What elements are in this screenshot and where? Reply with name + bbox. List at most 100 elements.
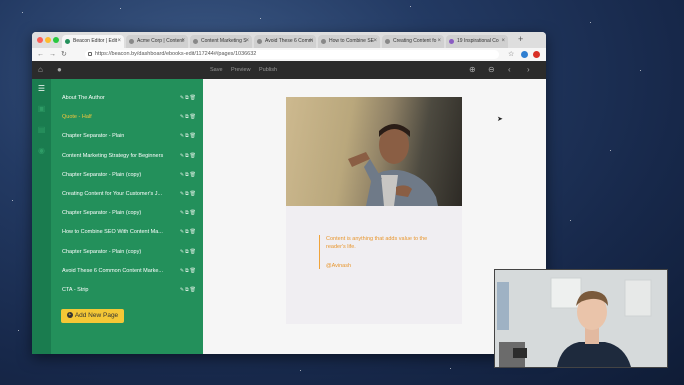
page-item-actions[interactable]: ✎⧉🗑: [180, 93, 197, 103]
page-item-actions[interactable]: ✎⧉🗑: [180, 170, 197, 180]
lock-icon: [88, 52, 92, 56]
page-list-item-label: Chapter Separator - Plain (copy): [62, 249, 142, 255]
page-item-actions[interactable]: ✎⧉🗑: [180, 189, 197, 199]
page-favicon-icon: [449, 39, 454, 44]
maximize-window-button[interactable]: [53, 37, 59, 43]
page-item-actions[interactable]: ✎⧉🗑: [180, 227, 197, 237]
publish-button[interactable]: Publish: [259, 61, 277, 79]
forward-arrow-icon[interactable]: →: [49, 48, 56, 61]
star: [570, 220, 571, 221]
page-list-item-active[interactable]: Quote - Half ✎⧉🗑: [62, 112, 201, 122]
page-item-actions[interactable]: ✎⧉🗑: [180, 151, 197, 161]
page-list-item-label: How to Combine SEO With Content Ma...: [62, 229, 163, 235]
save-button[interactable]: Save: [210, 61, 223, 79]
page-list-item[interactable]: Creating Content for Your Customer's J..…: [62, 189, 201, 199]
page-list-item[interactable]: Chapter Separator - Plain (copy) ✎⧉🗑: [62, 247, 201, 257]
page-list-item-label: Chapter Separator - Plain (copy): [62, 210, 142, 216]
page-item-actions[interactable]: ✎⧉🗑: [180, 112, 197, 122]
pull-quote[interactable]: Content is anything that adds value to t…: [319, 235, 446, 269]
extension-icon[interactable]: [521, 51, 528, 58]
page-list-item-label: Content Marketing Strategy for Beginners: [62, 153, 164, 159]
star: [640, 70, 641, 71]
beacon-favicon-icon: [65, 39, 70, 44]
page-list-item[interactable]: Avoid These 6 Common Content Marke... ✎⧉…: [62, 266, 201, 276]
quote-text[interactable]: Content is anything that adds value to t…: [326, 235, 446, 251]
page-item-actions[interactable]: ✎⧉🗑: [180, 266, 197, 276]
tab-creating-content[interactable]: Creating Content fo ×: [382, 35, 444, 48]
close-tab-icon[interactable]: ×: [437, 35, 441, 48]
url-text: https://beacon.by/dashboard/ebooks-edit/…: [95, 51, 257, 57]
document-icon[interactable]: ▤: [37, 125, 46, 134]
page-list-item[interactable]: Chapter Separator - Plain (copy) ✎⧉🗑: [62, 170, 201, 180]
page-item-actions[interactable]: ✎⧉🗑: [180, 208, 197, 218]
tab-label: Acme Corp | Content: [137, 38, 184, 44]
next-page-icon[interactable]: ›: [527, 61, 530, 79]
star: [610, 150, 611, 151]
close-tab-icon[interactable]: ×: [245, 35, 249, 48]
tool-rail: ☰ ▣ ▤ ◉: [32, 79, 51, 354]
layout-icon[interactable]: ▣: [37, 104, 46, 113]
close-tab-icon[interactable]: ×: [501, 35, 505, 48]
tab-bar: Beacon Editor | Edit × Acme Corp | Conte…: [32, 32, 546, 48]
close-tab-icon[interactable]: ×: [181, 35, 185, 48]
page-favicon-icon: [193, 39, 198, 44]
page-favicon-icon: [129, 39, 134, 44]
comments-icon[interactable]: ◉: [37, 146, 46, 155]
mouse-cursor-icon: ➤: [497, 116, 503, 123]
page-item-actions[interactable]: ✎⧉🗑: [180, 285, 197, 295]
tab-beacon-editor[interactable]: Beacon Editor | Edit ×: [62, 35, 124, 48]
tab-content-marketing[interactable]: Content Marketing S ×: [190, 35, 252, 48]
star: [260, 18, 261, 19]
tab-inspirational[interactable]: 19 Inspirational Co ×: [446, 35, 508, 48]
presenter-video-illustration: [495, 270, 667, 367]
app-header: ⌂ ● Save Preview Publish ⊕ ⊖ ‹ ›: [32, 61, 546, 79]
browser-window: Beacon Editor | Edit × Acme Corp | Conte…: [32, 32, 546, 354]
preview-button[interactable]: Preview: [231, 61, 251, 79]
page-list-item[interactable]: CTA - Strip ✎⧉🗑: [62, 285, 201, 295]
ebook-page[interactable]: Content is anything that adds value to t…: [286, 97, 462, 324]
speaker-photo-illustration: [348, 124, 438, 206]
speaker-photo[interactable]: [286, 97, 462, 206]
previous-page-icon[interactable]: ‹: [508, 61, 511, 79]
page-list-item[interactable]: How to Combine SEO With Content Ma... ✎⧉…: [62, 227, 201, 237]
url-field[interactable]: https://beacon.by/dashboard/ebooks-edit/…: [85, 50, 499, 59]
page-item-actions[interactable]: ✎⧉🗑: [180, 131, 197, 141]
pages-list-icon[interactable]: ☰: [37, 84, 46, 93]
zoom-out-icon[interactable]: ⊖: [488, 61, 495, 79]
back-arrow-icon[interactable]: ←: [37, 48, 44, 61]
page-list-item[interactable]: Chapter Separator - Plain (copy) ✎⧉🗑: [62, 208, 201, 218]
user-account-icon[interactable]: ●: [57, 61, 62, 79]
quote-author[interactable]: @Avinash: [326, 263, 446, 269]
page-list-item-label: Creating Content for Your Customer's J..…: [62, 191, 163, 197]
tab-label: Content Marketing S: [201, 38, 247, 44]
address-bar: ← → ↻ https://beacon.by/dashboard/ebooks…: [32, 48, 546, 62]
close-window-button[interactable]: [37, 37, 43, 43]
star: [590, 22, 591, 23]
page-list-item[interactable]: Chapter Separator - Plain ✎⧉🗑: [62, 131, 201, 141]
minimize-window-button[interactable]: [45, 37, 51, 43]
close-tab-icon[interactable]: ×: [309, 35, 313, 48]
page-list-item-label: Chapter Separator - Plain: [62, 133, 125, 139]
close-tab-icon[interactable]: ×: [117, 35, 121, 48]
close-tab-icon[interactable]: ×: [373, 35, 377, 48]
bookmark-star-icon[interactable]: ☆: [508, 48, 514, 61]
page-item-actions[interactable]: ✎⧉🗑: [180, 247, 197, 257]
zoom-in-icon[interactable]: ⊕: [469, 61, 476, 79]
page-favicon-icon: [385, 39, 390, 44]
page-list-item-label: Quote - Half: [62, 114, 92, 120]
tab-label: 19 Inspirational Co: [457, 38, 499, 44]
tab-acme-corp[interactable]: Acme Corp | Content ×: [126, 35, 188, 48]
tab-avoid-these[interactable]: Avoid These 6 Comm ×: [254, 35, 316, 48]
star: [300, 370, 301, 371]
reload-icon[interactable]: ↻: [61, 48, 67, 61]
page-list-item-label: CTA - Strip: [62, 287, 89, 293]
home-icon[interactable]: ⌂: [38, 61, 43, 79]
page-favicon-icon: [257, 39, 262, 44]
new-tab-button[interactable]: +: [518, 34, 523, 44]
tab-how-to-combine[interactable]: How to Combine SE ×: [318, 35, 380, 48]
profile-avatar-icon[interactable]: [533, 51, 540, 58]
page-list-item[interactable]: Content Marketing Strategy for Beginners…: [62, 151, 201, 161]
add-new-page-button[interactable]: + Add New Page: [61, 309, 124, 323]
star: [450, 368, 451, 369]
page-list-item[interactable]: About The Author ✎⧉🗑: [62, 93, 201, 103]
